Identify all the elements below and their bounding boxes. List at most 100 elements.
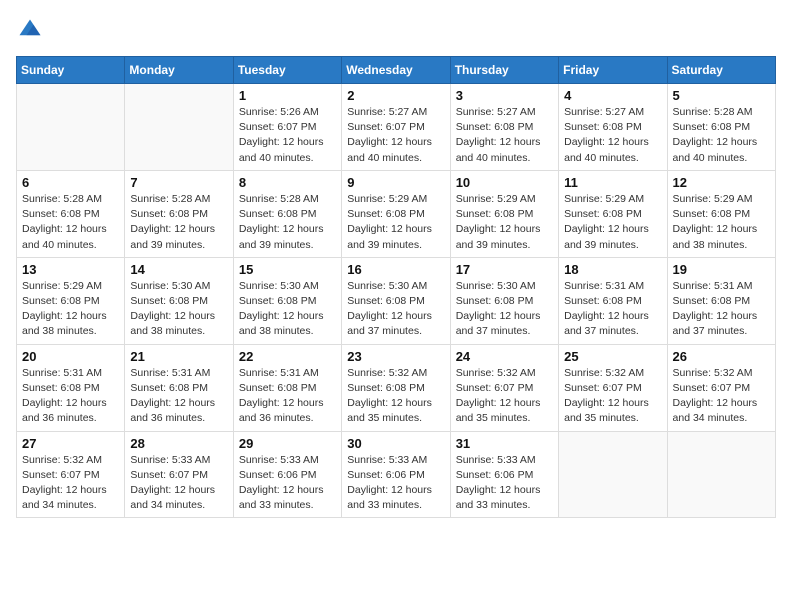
calendar-week-row: 6 Sunrise: 5:28 AMSunset: 6:08 PMDaylight… [17, 170, 776, 257]
calendar-day-cell: 3 Sunrise: 5:27 AMSunset: 6:08 PMDaylight… [450, 84, 558, 171]
day-info: Sunrise: 5:26 AMSunset: 6:07 PMDaylight:… [239, 105, 336, 166]
day-number: 21 [130, 349, 227, 364]
weekday-header: Friday [559, 57, 667, 84]
calendar-day-cell: 15 Sunrise: 5:30 AMSunset: 6:08 PMDayligh… [233, 257, 341, 344]
day-info: Sunrise: 5:30 AMSunset: 6:08 PMDaylight:… [239, 279, 336, 340]
day-number: 13 [22, 262, 119, 277]
calendar-header: SundayMondayTuesdayWednesdayThursdayFrid… [17, 57, 776, 84]
day-number: 14 [130, 262, 227, 277]
calendar-body: 1 Sunrise: 5:26 AMSunset: 6:07 PMDaylight… [17, 84, 776, 518]
day-number: 6 [22, 175, 119, 190]
calendar-day-cell: 13Sunrise: 5:29 AMSunset: 6:08 PMDayligh… [17, 257, 125, 344]
day-info: Sunrise: 5:29 AMSunset: 6:08 PMDaylight:… [347, 192, 444, 253]
calendar-day-cell: 4 Sunrise: 5:27 AMSunset: 6:08 PMDaylight… [559, 84, 667, 171]
day-info: Sunrise: 5:33 AMSunset: 6:06 PMDaylight:… [239, 453, 336, 514]
day-info: Sunrise: 5:31 AMSunset: 6:08 PMDaylight:… [239, 366, 336, 427]
calendar-day-cell: 2 Sunrise: 5:27 AMSunset: 6:07 PMDaylight… [342, 84, 450, 171]
day-info: Sunrise: 5:28 AMSunset: 6:08 PMDaylight:… [239, 192, 336, 253]
calendar-day-cell: 30 Sunrise: 5:33 AMSunset: 6:06 PMDayligh… [342, 431, 450, 518]
day-number: 26 [673, 349, 770, 364]
weekday-header: Tuesday [233, 57, 341, 84]
day-info: Sunrise: 5:30 AMSunset: 6:08 PMDaylight:… [130, 279, 227, 340]
calendar-week-row: 20Sunrise: 5:31 AMSunset: 6:08 PMDayligh… [17, 344, 776, 431]
day-number: 23 [347, 349, 444, 364]
calendar-day-cell: 18 Sunrise: 5:31 AMSunset: 6:08 PMDayligh… [559, 257, 667, 344]
day-number: 7 [130, 175, 227, 190]
day-info: Sunrise: 5:31 AMSunset: 6:08 PMDaylight:… [130, 366, 227, 427]
day-number: 24 [456, 349, 553, 364]
day-info: Sunrise: 5:29 AMSunset: 6:08 PMDaylight:… [564, 192, 661, 253]
day-info: Sunrise: 5:28 AMSunset: 6:08 PMDaylight:… [673, 105, 770, 166]
day-info: Sunrise: 5:29 AMSunset: 6:08 PMDaylight:… [456, 192, 553, 253]
calendar-day-cell [667, 431, 775, 518]
day-number: 19 [673, 262, 770, 277]
day-info: Sunrise: 5:32 AMSunset: 6:07 PMDaylight:… [673, 366, 770, 427]
calendar-day-cell: 11 Sunrise: 5:29 AMSunset: 6:08 PMDayligh… [559, 170, 667, 257]
calendar-day-cell: 1 Sunrise: 5:26 AMSunset: 6:07 PMDaylight… [233, 84, 341, 171]
calendar-day-cell: 17 Sunrise: 5:30 AMSunset: 6:08 PMDayligh… [450, 257, 558, 344]
day-info: Sunrise: 5:27 AMSunset: 6:08 PMDaylight:… [564, 105, 661, 166]
day-number: 28 [130, 436, 227, 451]
day-info: Sunrise: 5:27 AMSunset: 6:08 PMDaylight:… [456, 105, 553, 166]
day-info: Sunrise: 5:30 AMSunset: 6:08 PMDaylight:… [456, 279, 553, 340]
weekday-header: Saturday [667, 57, 775, 84]
weekday-header: Sunday [17, 57, 125, 84]
calendar-day-cell: 14 Sunrise: 5:30 AMSunset: 6:08 PMDayligh… [125, 257, 233, 344]
day-info: Sunrise: 5:28 AMSunset: 6:08 PMDaylight:… [22, 192, 119, 253]
calendar-day-cell: 21 Sunrise: 5:31 AMSunset: 6:08 PMDayligh… [125, 344, 233, 431]
day-info: Sunrise: 5:32 AMSunset: 6:07 PMDaylight:… [564, 366, 661, 427]
calendar-day-cell: 9 Sunrise: 5:29 AMSunset: 6:08 PMDaylight… [342, 170, 450, 257]
day-info: Sunrise: 5:32 AMSunset: 6:08 PMDaylight:… [347, 366, 444, 427]
calendar-day-cell: 31Sunrise: 5:33 AMSunset: 6:06 PMDayligh… [450, 431, 558, 518]
calendar-day-cell: 24 Sunrise: 5:32 AMSunset: 6:07 PMDayligh… [450, 344, 558, 431]
day-info: Sunrise: 5:29 AMSunset: 6:08 PMDaylight:… [673, 192, 770, 253]
day-info: Sunrise: 5:33 AMSunset: 6:06 PMDaylight:… [347, 453, 444, 514]
calendar-day-cell [559, 431, 667, 518]
weekday-header: Thursday [450, 57, 558, 84]
logo [16, 16, 48, 44]
calendar-day-cell: 6 Sunrise: 5:28 AMSunset: 6:08 PMDaylight… [17, 170, 125, 257]
day-number: 8 [239, 175, 336, 190]
day-number: 5 [673, 88, 770, 103]
day-info: Sunrise: 5:31 AMSunset: 6:08 PMDaylight:… [564, 279, 661, 340]
day-number: 31 [456, 436, 553, 451]
calendar-day-cell [17, 84, 125, 171]
day-info: Sunrise: 5:33 AMSunset: 6:07 PMDaylight:… [130, 453, 227, 514]
calendar-day-cell: 12Sunrise: 5:29 AMSunset: 6:08 PMDayligh… [667, 170, 775, 257]
day-number: 10 [456, 175, 553, 190]
day-info: Sunrise: 5:27 AMSunset: 6:07 PMDaylight:… [347, 105, 444, 166]
day-info: Sunrise: 5:30 AMSunset: 6:08 PMDaylight:… [347, 279, 444, 340]
calendar-day-cell: 7 Sunrise: 5:28 AMSunset: 6:08 PMDaylight… [125, 170, 233, 257]
weekday-header-row: SundayMondayTuesdayWednesdayThursdayFrid… [17, 57, 776, 84]
day-info: Sunrise: 5:31 AMSunset: 6:08 PMDaylight:… [673, 279, 770, 340]
calendar-week-row: 1 Sunrise: 5:26 AMSunset: 6:07 PMDaylight… [17, 84, 776, 171]
day-number: 9 [347, 175, 444, 190]
calendar-table: SundayMondayTuesdayWednesdayThursdayFrid… [16, 56, 776, 518]
calendar-day-cell: 8 Sunrise: 5:28 AMSunset: 6:08 PMDaylight… [233, 170, 341, 257]
day-number: 25 [564, 349, 661, 364]
weekday-header: Wednesday [342, 57, 450, 84]
calendar-week-row: 27 Sunrise: 5:32 AMSunset: 6:07 PMDayligh… [17, 431, 776, 518]
calendar-day-cell: 22 Sunrise: 5:31 AMSunset: 6:08 PMDayligh… [233, 344, 341, 431]
day-number: 1 [239, 88, 336, 103]
calendar-week-row: 13Sunrise: 5:29 AMSunset: 6:08 PMDayligh… [17, 257, 776, 344]
day-number: 27 [22, 436, 119, 451]
day-number: 15 [239, 262, 336, 277]
day-info: Sunrise: 5:32 AMSunset: 6:07 PMDaylight:… [22, 453, 119, 514]
day-number: 4 [564, 88, 661, 103]
day-number: 30 [347, 436, 444, 451]
day-info: Sunrise: 5:28 AMSunset: 6:08 PMDaylight:… [130, 192, 227, 253]
calendar-day-cell: 25 Sunrise: 5:32 AMSunset: 6:07 PMDayligh… [559, 344, 667, 431]
day-number: 11 [564, 175, 661, 190]
day-number: 3 [456, 88, 553, 103]
calendar-day-cell: 27 Sunrise: 5:32 AMSunset: 6:07 PMDayligh… [17, 431, 125, 518]
day-number: 22 [239, 349, 336, 364]
calendar-day-cell: 20Sunrise: 5:31 AMSunset: 6:08 PMDayligh… [17, 344, 125, 431]
calendar-day-cell: 10 Sunrise: 5:29 AMSunset: 6:08 PMDayligh… [450, 170, 558, 257]
day-number: 2 [347, 88, 444, 103]
day-number: 17 [456, 262, 553, 277]
day-info: Sunrise: 5:32 AMSunset: 6:07 PMDaylight:… [456, 366, 553, 427]
day-number: 18 [564, 262, 661, 277]
calendar-day-cell: 28 Sunrise: 5:33 AMSunset: 6:07 PMDayligh… [125, 431, 233, 518]
day-info: Sunrise: 5:31 AMSunset: 6:08 PMDaylight:… [22, 366, 119, 427]
